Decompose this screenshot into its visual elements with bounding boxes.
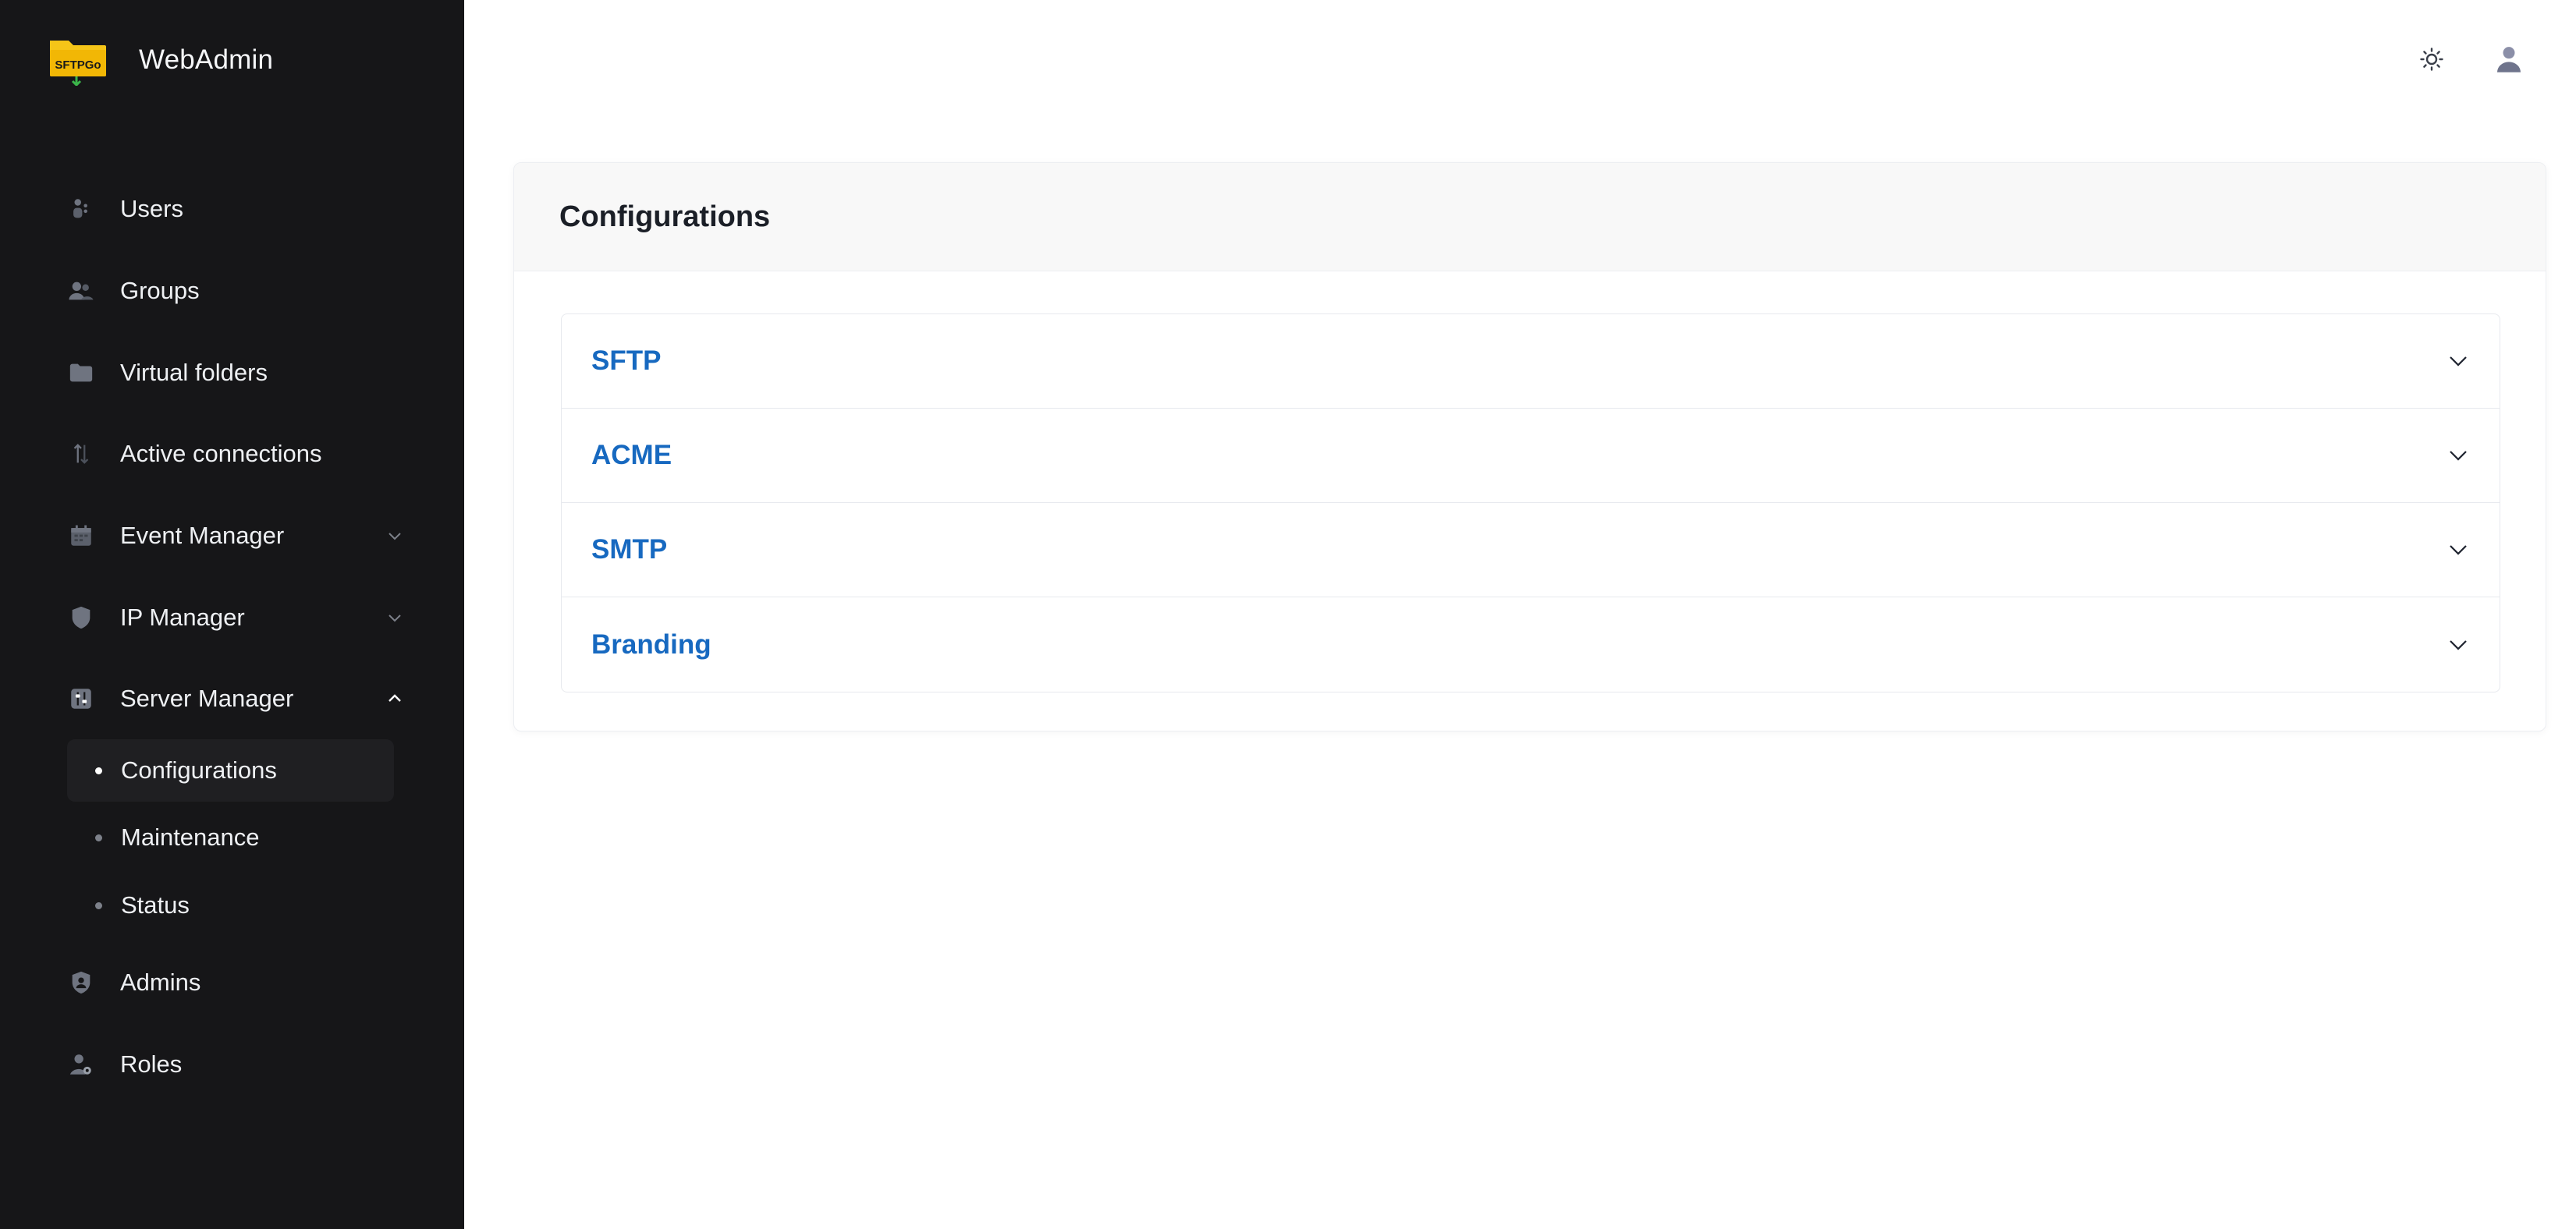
page-title: Configurations — [559, 200, 771, 233]
user-icon — [2493, 44, 2525, 79]
bullet — [95, 767, 102, 774]
brand[interactable]: SFTPGo WebAdmin — [48, 34, 274, 87]
sftpgo-logo: SFTPGo — [48, 34, 108, 87]
sidebar-item-active-connections[interactable]: Active connections — [66, 429, 409, 479]
user-gear-icon — [66, 1049, 97, 1080]
calendar-icon — [66, 520, 97, 551]
accordion-title: ACME — [591, 440, 672, 470]
configurations-accordion: SFTP ACME SMTP Branding — [561, 313, 2500, 692]
sidebar-item-label: Groups — [120, 277, 200, 304]
sidebar-subitem-status[interactable]: Status — [67, 874, 394, 937]
accordion-title: SFTP — [591, 345, 662, 376]
configurations-card: Configurations SFTP ACME SMTP Branding — [513, 162, 2546, 731]
sidebar-item-event-manager[interactable]: Event Manager — [66, 511, 409, 561]
sidebar-item-label: Admins — [120, 969, 201, 996]
sidebar-subitem-maintenance[interactable]: Maintenance — [67, 806, 394, 869]
card-header: Configurations — [514, 163, 2546, 271]
users-icon — [66, 193, 97, 225]
chevron-up-icon — [384, 688, 406, 710]
sidebar-subitem-label: Status — [121, 891, 190, 919]
user-menu-button[interactable] — [2489, 41, 2529, 81]
chevron-down-icon — [2445, 348, 2471, 374]
sidebar-item-label: Active connections — [120, 440, 322, 467]
sidebar-item-ip-manager[interactable]: IP Manager — [66, 593, 409, 643]
groups-icon — [66, 275, 97, 306]
sidebar-item-users[interactable]: Users — [66, 184, 409, 234]
sidebar-subitem-label: Maintenance — [121, 823, 260, 851]
accordion-item-acme[interactable]: ACME — [562, 409, 2500, 503]
chevron-down-icon — [2445, 537, 2471, 563]
sidebar-item-roles[interactable]: Roles — [66, 1040, 409, 1089]
sidebar-item-groups[interactable]: Groups — [66, 266, 409, 316]
chevron-down-icon — [384, 607, 406, 629]
sidebar-item-virtual-folders[interactable]: Virtual folders — [66, 348, 409, 398]
sidebar-item-label: IP Manager — [120, 604, 245, 631]
bullet — [95, 834, 102, 841]
sidebar-item-server-manager[interactable]: Server Manager — [66, 674, 409, 724]
accordion-item-smtp[interactable]: SMTP — [562, 503, 2500, 597]
accordion-item-sftp[interactable]: SFTP — [562, 314, 2500, 409]
app-title: WebAdmin — [139, 44, 274, 75]
sliders-icon — [66, 683, 97, 714]
accordion-title: Branding — [591, 629, 711, 660]
bullet — [95, 901, 102, 909]
sidebar-item-admins[interactable]: Admins — [66, 958, 409, 1008]
sidebar: SFTPGo WebAdmin Users Groups Virtual fol… — [0, 0, 464, 1229]
accordion-item-branding[interactable]: Branding — [562, 597, 2500, 692]
chevron-down-icon — [2445, 442, 2471, 469]
logo-text: SFTPGo — [55, 58, 101, 72]
chevron-down-icon — [2445, 632, 2471, 658]
chevron-down-icon — [384, 525, 406, 547]
connections-icon — [66, 438, 97, 469]
theme-toggle-button[interactable] — [2411, 41, 2452, 81]
sidebar-item-label: Roles — [120, 1050, 183, 1078]
shield-icon — [66, 602, 97, 633]
sidebar-item-label: Virtual folders — [120, 359, 268, 386]
sidebar-item-label: Server Manager — [120, 685, 294, 712]
sidebar-item-label: Users — [120, 195, 183, 222]
accordion-title: SMTP — [591, 534, 668, 565]
sidebar-subitem-configurations[interactable]: Configurations — [67, 739, 394, 802]
folder-icon — [66, 357, 97, 388]
sidebar-item-label: Event Manager — [120, 522, 285, 549]
sidebar-subitem-label: Configurations — [121, 756, 277, 784]
admin-shield-icon — [66, 967, 97, 998]
sun-icon — [2418, 45, 2446, 77]
